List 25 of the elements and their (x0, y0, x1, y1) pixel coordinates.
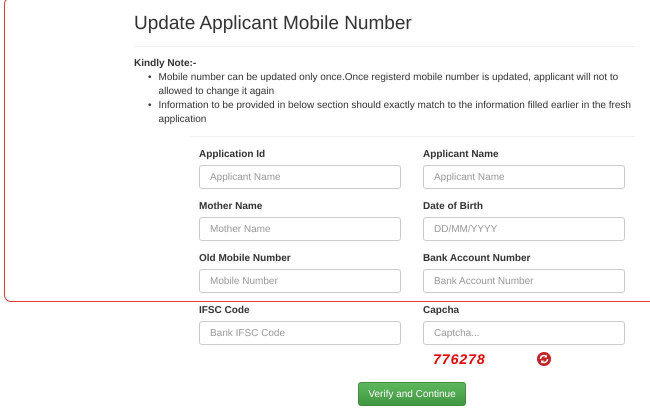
field-label: Mother Name (199, 201, 264, 213)
bullet: • (148, 99, 152, 113)
bullet: • (148, 71, 152, 85)
field-label: Old Mobile Number (199, 253, 292, 265)
input-field[interactable]: Applicant Name (423, 165, 625, 189)
input-field[interactable]: Applicant Name (199, 165, 401, 189)
field-label: Capcha (423, 305, 460, 317)
input-field[interactable]: Bank IFSC Code (199, 321, 401, 345)
note-heading: Kindly Note:- (134, 58, 198, 69)
field-label: Application Id (199, 149, 266, 161)
input-field[interactable]: Bank Account Number (423, 269, 625, 293)
field-label: Bank Account Number (423, 253, 532, 265)
note-item: Information to be provided in below section should exactly match to the information filled earlier in the fresh application (158, 99, 632, 127)
field-label: Applicant Name (423, 149, 500, 161)
input-field[interactable]: Mother Name (199, 217, 401, 241)
refresh-icon[interactable] (536, 351, 552, 367)
note-item: Mobile number can be updated only once.Once registerd mobile number is updated, applicant will not to allowed to change it again (158, 71, 620, 99)
field-label: Date of Birth (423, 201, 484, 213)
input-field[interactable]: Captcha... (423, 321, 625, 345)
verify-button[interactable]: Verify and Continue (358, 382, 466, 406)
page-title: Update Applicant Mobile Number (134, 12, 413, 35)
input-field[interactable]: DD/MM/YYYY (423, 217, 625, 241)
captcha-text: 776278 (433, 351, 486, 367)
field-label: IFSC Code (199, 305, 251, 317)
input-field[interactable]: Mobile Number (199, 269, 401, 293)
